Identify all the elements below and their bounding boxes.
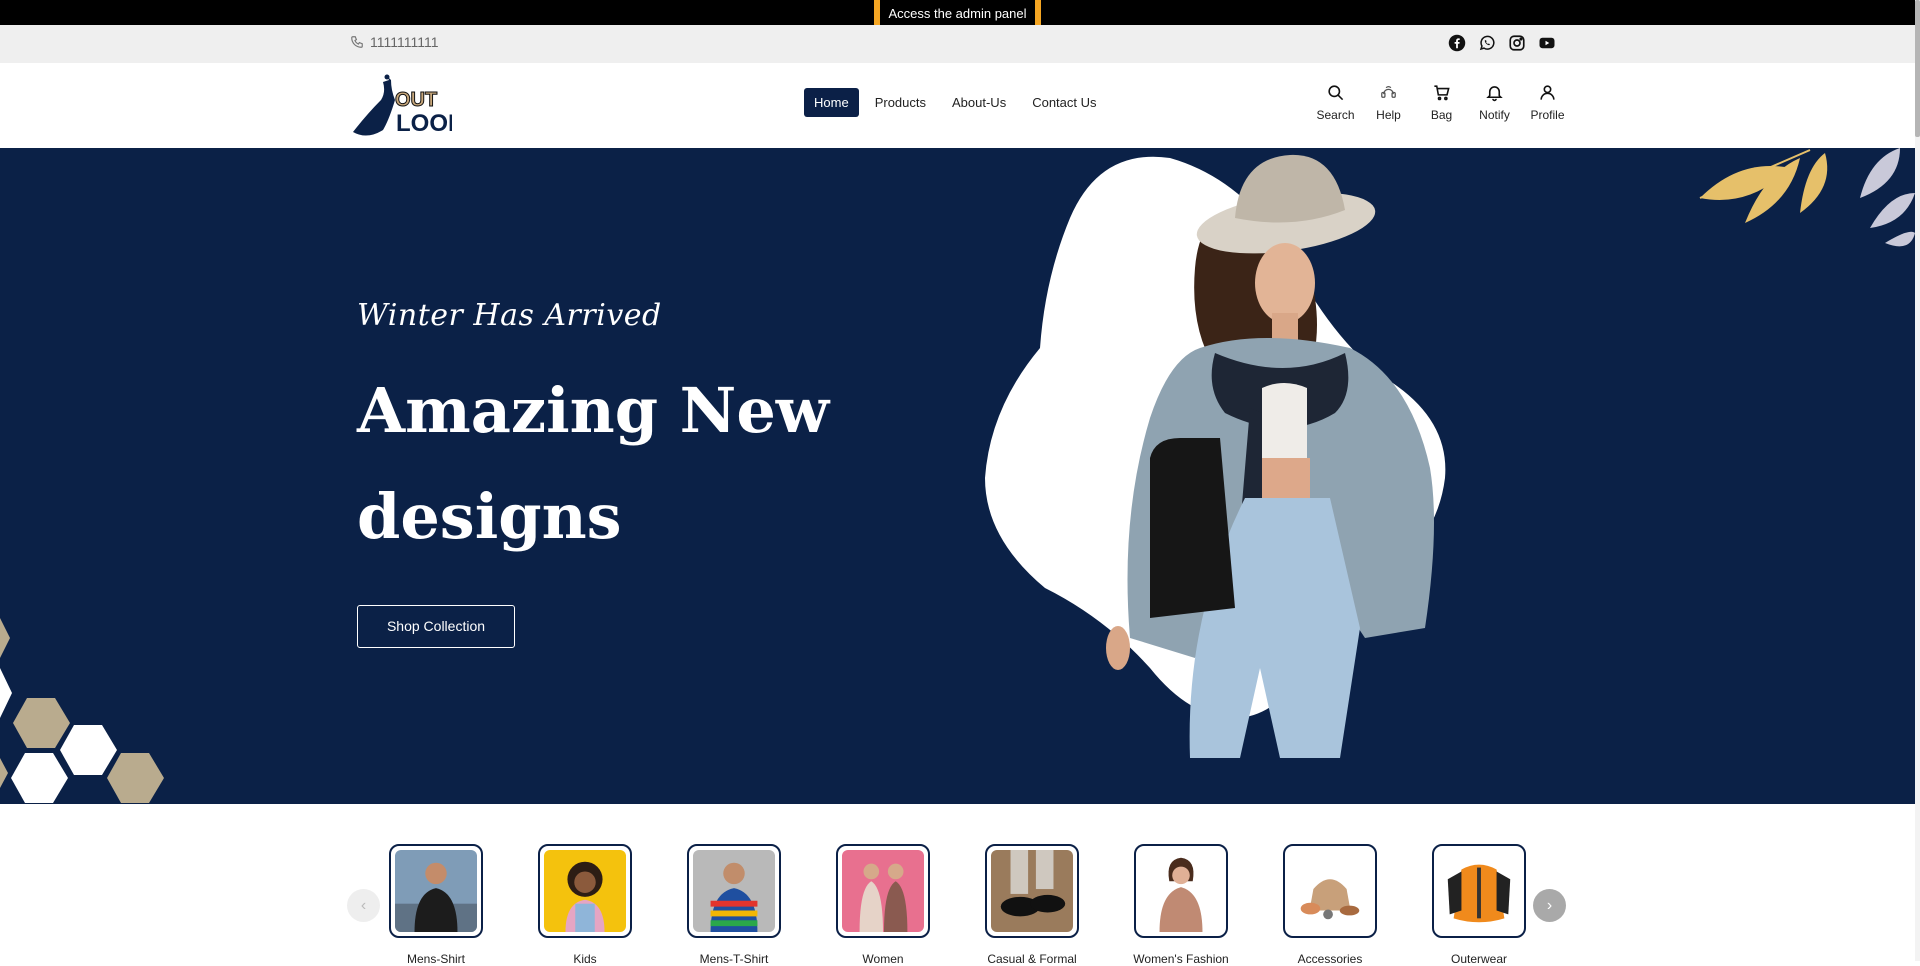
category-item[interactable]: Kids [538,844,632,966]
category-item[interactable]: Casual & Formal [985,844,1079,966]
leaf-decoration [1699,148,1915,247]
notify-button[interactable]: Notify [1468,83,1521,122]
bag-button[interactable]: Bag [1415,83,1468,122]
search-icon [1328,85,1344,101]
admin-bar: Access the admin panel [0,0,1920,39]
carousel-next-button[interactable]: › [1533,889,1566,922]
category-item[interactable]: Mens-T-Shirt [687,844,781,966]
notify-label: Notify [1479,108,1510,122]
category-item[interactable]: Mens-Shirt [389,844,483,966]
profile-button[interactable]: Profile [1521,83,1574,122]
category-thumbnail [538,844,632,938]
profile-label: Profile [1530,108,1565,122]
category-label: Mens-Shirt [406,952,465,966]
scrollbar-thumb[interactable] [1915,0,1920,137]
search-label: Search [1316,108,1355,122]
whatsapp-icon[interactable] [1478,34,1496,52]
youtube-icon[interactable] [1538,34,1556,52]
user-icon [1540,85,1555,100]
nav-home[interactable]: Home [804,88,859,117]
help-label: Help [1376,108,1401,122]
brand-logo[interactable]: OUT LOOK [350,73,466,141]
hero-tagline: Winter Has Arrived [357,298,662,333]
help-button[interactable]: Help [1362,83,1415,122]
header-actions: Search Help Bag Notify Profile [1309,83,1574,122]
category-label: Kids [573,952,597,966]
chevron-left-icon: ‹ [360,896,367,914]
bag-icon [1434,85,1450,101]
bell-icon [1486,86,1503,102]
category-item[interactable]: Outerwear [1432,844,1526,966]
category-label: Outerwear [1450,952,1508,966]
instagram-icon[interactable] [1508,34,1526,52]
category-label: Women's Fashion [1133,952,1229,966]
hero-banner: Winter Has Arrived Amazing New designs S… [0,148,1915,804]
category-thumbnail [836,844,930,938]
main-nav: Home Products About-Us Contact Us [804,88,1107,117]
search-button[interactable]: Search [1309,83,1362,122]
category-label: Women [862,952,904,966]
contact-strip: 1111111111 [0,25,1920,63]
category-label: Casual & Formal [987,952,1077,966]
nav-products[interactable]: Products [865,88,936,117]
nav-contact-us[interactable]: Contact Us [1022,88,1106,117]
category-thumbnail [389,844,483,938]
category-thumbnail [1134,844,1228,938]
category-item[interactable]: Women's Fashion [1133,844,1229,966]
category-label: Mens-T-Shirt [699,952,769,966]
category-label: Accessories [1297,952,1363,966]
svg-text:LOOK: LOOK [396,110,452,137]
help-icon [1381,86,1396,98]
hexagon-decoration [0,618,164,803]
category-thumbnail [1283,844,1377,938]
bag-label: Bag [1430,108,1453,122]
category-thumbnail [1432,844,1526,938]
phone-number: 1111111111 [370,34,439,50]
phone-icon [351,36,363,48]
hero-artwork [0,148,1915,803]
svg-text:OUT: OUT [395,89,437,111]
nav-about-us[interactable]: About-Us [942,88,1016,117]
facebook-icon[interactable] [1448,34,1466,52]
category-thumbnail [687,844,781,938]
category-item[interactable]: Accessories [1283,844,1377,966]
category-item[interactable]: Women [836,844,930,966]
site-header: OUT LOOK Home Products About-Us Contact … [0,63,1920,148]
carousel-prev-button[interactable]: ‹ [347,889,380,922]
phone-contact[interactable]: 1111111111 [350,34,439,50]
hero-title: Amazing New designs [357,374,830,553]
category-carousel: ‹ Mens-Shirt Kids Mens-T-Shirt Women Cas… [0,804,1915,966]
social-links [1448,34,1556,52]
page-scrollbar[interactable] [1915,0,1920,961]
shop-collection-button[interactable]: Shop Collection [357,605,515,648]
category-thumbnail [985,844,1079,938]
chevron-right-icon: › [1546,896,1553,914]
